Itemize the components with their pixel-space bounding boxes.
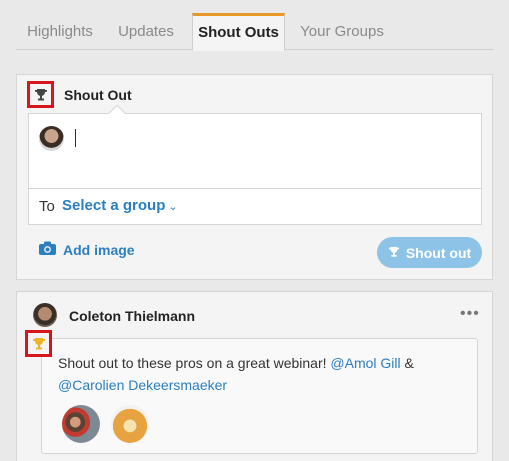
- tab-shout-outs[interactable]: Shout Outs: [192, 13, 285, 51]
- post-text: Shout out to these pros on a great webin…: [58, 352, 468, 396]
- post-author[interactable]: Coleton Thielmann: [69, 308, 195, 324]
- select-group-dropdown[interactable]: Select a group ⌄: [62, 197, 178, 214]
- chevron-down-icon: ⌄: [168, 201, 178, 213]
- shout-out-button[interactable]: Shout out: [377, 237, 482, 268]
- text-cursor: [75, 129, 76, 147]
- avatar[interactable]: [33, 303, 57, 327]
- shout-out-post: Coleton Thielmann ••• Shout out to these…: [16, 291, 493, 461]
- tab-your-groups[interactable]: Your Groups: [292, 13, 392, 50]
- post-text-content: Shout out to these pros on a great webin…: [58, 355, 331, 371]
- shout-out-text-area[interactable]: To Select a group ⌄: [28, 104, 482, 225]
- avatar[interactable]: [111, 405, 149, 443]
- post-text-connector: &: [400, 355, 414, 371]
- tab-updates[interactable]: Updates: [110, 13, 182, 50]
- avatar: [39, 126, 64, 151]
- tab-highlights[interactable]: Highlights: [16, 13, 104, 50]
- add-image-button[interactable]: Add image: [39, 241, 135, 258]
- composer-title: Shout Out: [64, 87, 132, 103]
- to-label: To: [39, 198, 55, 215]
- mention-link[interactable]: @Amol Gill: [330, 355, 400, 371]
- trophy-icon: [388, 245, 400, 261]
- pointer-notch: [108, 104, 126, 122]
- more-icon[interactable]: •••: [460, 305, 480, 323]
- add-image-label: Add image: [63, 241, 135, 258]
- mention-link[interactable]: @Carolien Dekeersmaeker: [58, 377, 227, 393]
- tab-bar: Highlights Updates Shout Outs Your Group…: [16, 13, 494, 51]
- camera-icon: [39, 241, 56, 258]
- recipient-row: To Select a group ⌄: [29, 188, 481, 224]
- shout-out-composer: Shout Out To Select a group⌄ Add image: [16, 74, 493, 280]
- post-body: Shout out to these pros on a great webin…: [41, 338, 478, 454]
- shout-out-button-label: Shout out: [405, 244, 472, 261]
- trophy-icon: [25, 330, 52, 357]
- avatar[interactable]: [62, 405, 100, 443]
- trophy-icon: [27, 81, 54, 108]
- select-group-label: Select a group: [62, 197, 166, 214]
